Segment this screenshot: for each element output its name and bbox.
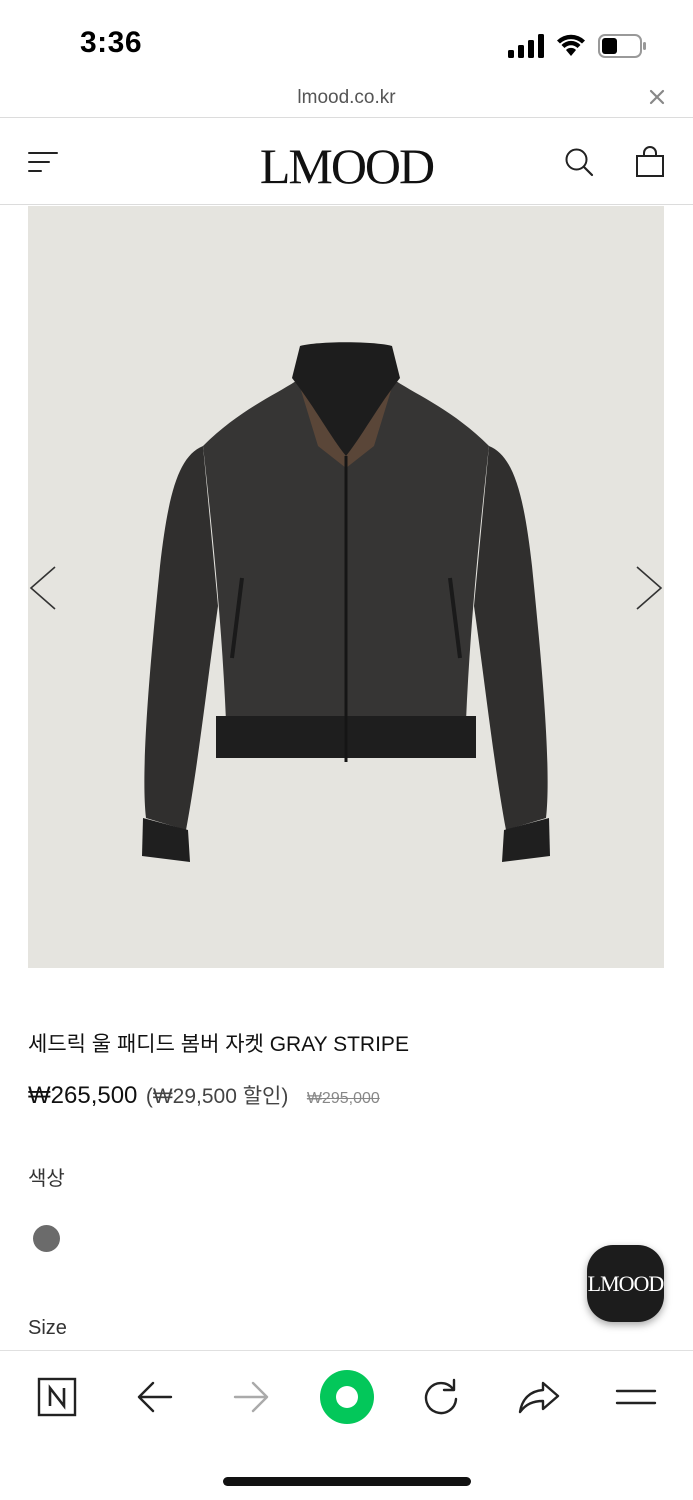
home-indicator xyxy=(223,1477,471,1486)
floating-logo-button[interactable]: LMOOD xyxy=(587,1245,664,1322)
product-image[interactable] xyxy=(28,206,664,968)
color-swatch-gray[interactable] xyxy=(33,1225,60,1252)
original-price: ₩295,000 xyxy=(306,1090,380,1107)
sale-price: ₩265,500 xyxy=(28,1082,138,1109)
address-bar[interactable]: lmood.co.kr xyxy=(0,80,693,118)
chevron-left-icon[interactable] xyxy=(28,565,58,611)
price-row: ₩265,500 (₩29,500 할인) ₩295,000 xyxy=(28,1080,380,1110)
status-time: 3:36 xyxy=(80,26,143,59)
refresh-icon[interactable] xyxy=(420,1377,462,1417)
discount-amount: (₩29,500 할인) xyxy=(145,1085,289,1108)
chevron-right-icon[interactable] xyxy=(634,565,664,611)
close-icon[interactable] xyxy=(648,88,666,106)
naver-home-icon[interactable] xyxy=(37,1377,77,1417)
size-label: Size xyxy=(28,1317,67,1339)
more-menu-icon[interactable] xyxy=(615,1377,657,1417)
site-header: LMOOD xyxy=(0,119,693,205)
status-bar: 3:36 xyxy=(0,0,693,88)
cart-icon[interactable] xyxy=(635,146,665,178)
signal-icon xyxy=(508,34,544,58)
address-url[interactable]: lmood.co.kr xyxy=(0,87,693,109)
green-dot-inner xyxy=(336,1386,358,1408)
battery-icon xyxy=(598,34,646,58)
back-arrow-icon[interactable] xyxy=(135,1377,175,1417)
floating-logo-text: LMOOD xyxy=(587,1270,665,1296)
jacket-image xyxy=(142,342,550,862)
share-icon[interactable] xyxy=(517,1377,561,1417)
forward-arrow-icon[interactable] xyxy=(231,1377,271,1417)
search-icon[interactable] xyxy=(564,147,594,177)
product-name: 세드릭 울 패디드 봄버 자켓 GRAY STRIPE xyxy=(28,1033,409,1056)
wifi-icon xyxy=(557,34,585,56)
color-label: 색상 xyxy=(28,1168,65,1190)
green-dot-button[interactable] xyxy=(320,1370,374,1424)
